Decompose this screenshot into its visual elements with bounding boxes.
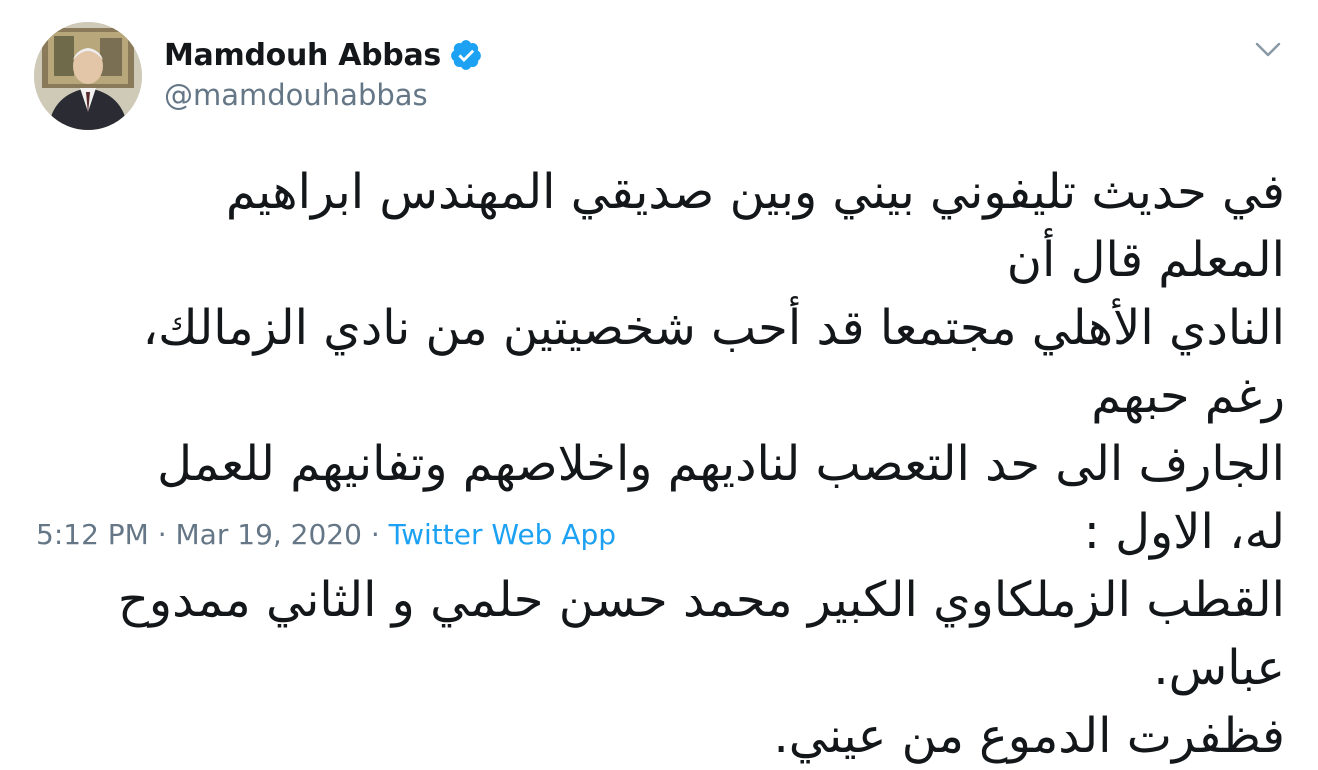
chevron-down-icon (1255, 42, 1281, 57)
tweet-menu-button[interactable] (1248, 34, 1288, 64)
tweet-meta: 5:12 PM · Mar 19, 2020 · Twitter Web App (36, 518, 616, 551)
meta-separator: · (370, 518, 380, 551)
author-name-row: Mamdouh Abbas (164, 30, 483, 80)
tweet-card: Mamdouh Abbas @mamdouhabbas في حديث تليف… (0, 0, 1318, 764)
user-avatar-icon (34, 22, 142, 130)
author-display-name[interactable]: Mamdouh Abbas (164, 38, 441, 73)
author-handle[interactable]: @mamdouhabbas (164, 78, 428, 112)
tweet-source-link[interactable]: Twitter Web App (389, 518, 616, 551)
tweet-timestamp[interactable]: 5:12 PM · Mar 19, 2020 (36, 518, 362, 551)
verified-badge-icon (449, 38, 483, 72)
tweet-text: في حديث تليفوني بيني وبين صديقي المهندس … (117, 164, 1285, 764)
avatar[interactable] (34, 22, 142, 130)
